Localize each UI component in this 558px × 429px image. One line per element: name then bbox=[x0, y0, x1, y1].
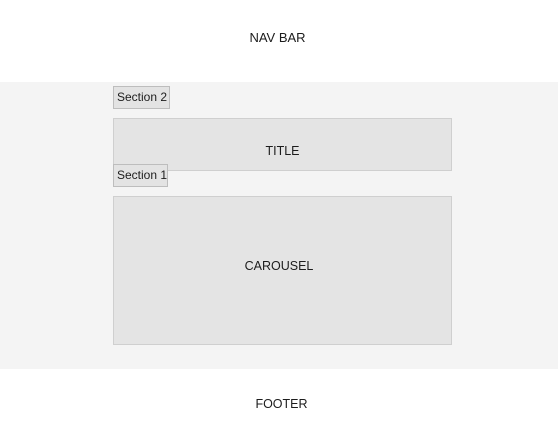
page: NAV BAR Section 2 TITLE Section 1 CAROUS… bbox=[0, 0, 558, 429]
main-content: Section 2 TITLE Section 1 CAROUSEL bbox=[0, 82, 558, 369]
nav-bar: NAV BAR bbox=[0, 0, 558, 82]
nav-bar-label: NAV BAR bbox=[249, 30, 306, 45]
section-2-tag[interactable]: Section 2 bbox=[113, 86, 170, 109]
title-label: TITLE bbox=[265, 144, 300, 158]
footer-label: FOOTER bbox=[255, 397, 308, 411]
footer: FOOTER bbox=[0, 369, 558, 429]
carousel-block: CAROUSEL bbox=[113, 196, 452, 345]
carousel-label: CAROUSEL bbox=[244, 259, 314, 273]
section-1-tag[interactable]: Section 1 bbox=[113, 164, 168, 187]
